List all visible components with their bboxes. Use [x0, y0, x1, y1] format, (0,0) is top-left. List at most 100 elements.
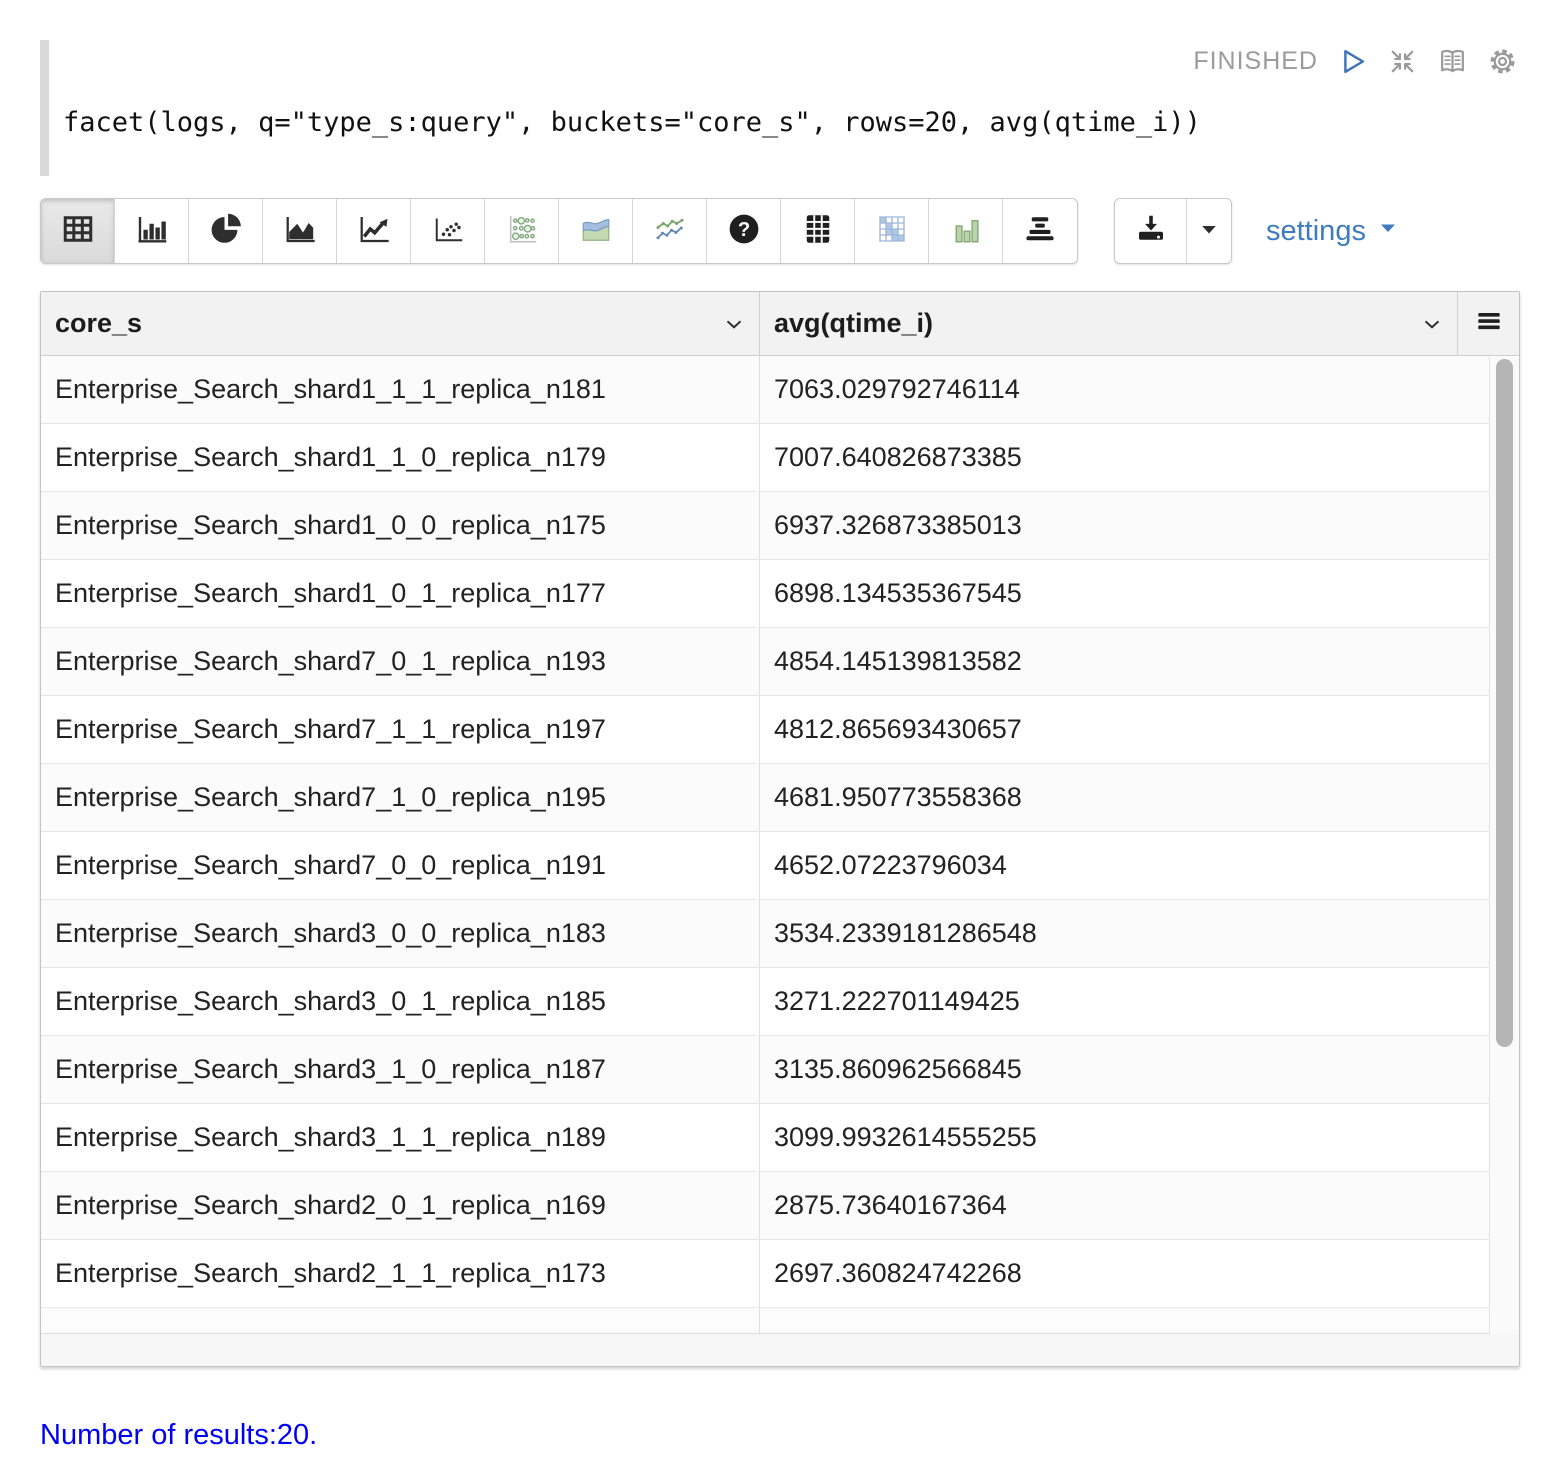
- download-button-group: [1114, 198, 1232, 264]
- settings-caret-icon: [1376, 215, 1400, 248]
- cell-core-s: Enterprise_Search_shard7_1_0_replica_n19…: [41, 764, 760, 831]
- chevron-down-icon[interactable]: [1419, 311, 1445, 337]
- cell-core-s: Enterprise_Search_shard3_1_1_replica_n18…: [41, 1104, 760, 1171]
- scatter-chart-button[interactable]: [411, 199, 485, 263]
- bubble-chart-icon: [504, 211, 540, 252]
- settings-toggle[interactable]: settings: [1266, 215, 1400, 248]
- horizontal-bar-chart-icon: [1022, 211, 1058, 252]
- column-header-avg-qtime[interactable]: avg(qtime_i): [760, 292, 1458, 355]
- cell-core-s: Enterprise_Search_shard1_0_1_replica_n17…: [41, 560, 760, 627]
- hamburger-menu-icon: [1473, 305, 1505, 342]
- pie-chart-button[interactable]: [189, 199, 263, 263]
- settings-label: settings: [1266, 215, 1366, 248]
- heatmap-button[interactable]: [855, 199, 929, 263]
- multi-line-chart-button[interactable]: [633, 199, 707, 263]
- download-button[interactable]: [1115, 199, 1187, 263]
- cell-avg-qtime: 6937.326873385013: [760, 492, 1489, 559]
- cell-core-s: Enterprise_Search_shard3_1_0_replica_n18…: [41, 1036, 760, 1103]
- vertical-scrollbar[interactable]: [1489, 357, 1519, 1334]
- code-editor[interactable]: facet(logs, q="type_s:query", buckets="c…: [63, 107, 1518, 138]
- cell-core-s: Enterprise_Search_shard1_1_0_replica_n17…: [41, 424, 760, 491]
- paragraph-editor-cell: FINISHED: [40, 40, 1518, 176]
- grid-table-icon: [800, 211, 836, 252]
- table-header-row: core_s avg(qtime_i): [41, 292, 1519, 356]
- cell-core-s: Enterprise_Search_shard2_0_1_replica_n16…: [41, 1172, 760, 1239]
- line-chart-icon: [356, 211, 392, 252]
- results-count-text: Number of results:20.: [40, 1419, 1558, 1452]
- partial-cell: [760, 1308, 1489, 1333]
- cell-core-s: Enterprise_Search_shard3_0_0_replica_n18…: [41, 900, 760, 967]
- table-row: Enterprise_Search_shard3_0_0_replica_n18…: [41, 900, 1489, 968]
- table-chart-button[interactable]: [41, 199, 115, 263]
- horizontal-scroll-area[interactable]: [41, 1333, 1519, 1366]
- table-row: Enterprise_Search_shard7_0_1_replica_n19…: [41, 628, 1489, 696]
- table-icon: [60, 211, 96, 252]
- cell-avg-qtime: 4681.950773558368: [760, 764, 1489, 831]
- cell-core-s: Enterprise_Search_shard1_1_1_replica_n18…: [41, 356, 760, 423]
- area-chart-button[interactable]: [263, 199, 337, 263]
- bar-chart-icon: [134, 211, 170, 252]
- horizontal-bar-chart-button[interactable]: [1003, 199, 1077, 263]
- table-menu-button[interactable]: [1458, 292, 1519, 355]
- scrollbar-thumb[interactable]: [1496, 359, 1513, 1047]
- stacked-area-chart-icon: [578, 211, 614, 252]
- bubble-chart-button[interactable]: [485, 199, 559, 263]
- cell-core-s: Enterprise_Search_shard3_0_1_replica_n18…: [41, 968, 760, 1035]
- collapse-icon[interactable]: [1387, 46, 1418, 77]
- column-header-core-s[interactable]: core_s: [41, 292, 760, 355]
- column-chart-button[interactable]: [929, 199, 1003, 263]
- cell-core-s: Enterprise_Search_shard7_0_1_replica_n19…: [41, 628, 760, 695]
- cell-avg-qtime: 3271.222701149425: [760, 968, 1489, 1035]
- help-icon: ?: [726, 211, 762, 252]
- cell-avg-qtime: 2875.73640167364: [760, 1172, 1489, 1239]
- cell-avg-qtime: 4812.865693430657: [760, 696, 1489, 763]
- report-view-icon[interactable]: [1437, 46, 1468, 77]
- partial-cell: [41, 1308, 760, 1333]
- download-options-caret-button[interactable]: [1187, 199, 1231, 263]
- table-row: Enterprise_Search_shard7_1_1_replica_n19…: [41, 696, 1489, 764]
- cell-avg-qtime: 7063.029792746114: [760, 356, 1489, 423]
- column-chart-icon: [948, 211, 984, 252]
- table-row: Enterprise_Search_shard3_0_1_replica_n18…: [41, 968, 1489, 1036]
- area-chart-icon: [282, 211, 318, 252]
- scatter-chart-icon: [430, 211, 466, 252]
- table-body: Enterprise_Search_shard1_1_1_replica_n18…: [41, 356, 1489, 1308]
- gear-icon[interactable]: [1487, 46, 1518, 77]
- table-row: Enterprise_Search_shard1_0_0_replica_n17…: [41, 492, 1489, 560]
- chevron-down-icon[interactable]: [721, 311, 747, 337]
- table-row: Enterprise_Search_shard2_1_1_replica_n17…: [41, 1240, 1489, 1308]
- cell-avg-qtime: 3099.9932614555255: [760, 1104, 1489, 1171]
- cell-core-s: Enterprise_Search_shard7_0_0_replica_n19…: [41, 832, 760, 899]
- heatmap-icon: [874, 211, 910, 252]
- cell-avg-qtime: 3135.860962566845: [760, 1036, 1489, 1103]
- cell-avg-qtime: 6898.134535367545: [760, 560, 1489, 627]
- stacked-area-chart-button[interactable]: [559, 199, 633, 263]
- chart-type-button-group: ?: [40, 198, 1078, 264]
- multi-line-chart-icon: [652, 211, 688, 252]
- help-button[interactable]: ?: [707, 199, 781, 263]
- cell-avg-qtime: 2697.360824742268: [760, 1240, 1489, 1307]
- table-row: Enterprise_Search_shard1_1_0_replica_n17…: [41, 424, 1489, 492]
- bar-chart-button[interactable]: [115, 199, 189, 263]
- cell-core-s: Enterprise_Search_shard1_0_0_replica_n17…: [41, 492, 760, 559]
- table-row: Enterprise_Search_shard7_1_0_replica_n19…: [41, 764, 1489, 832]
- table-row: Enterprise_Search_shard7_0_0_replica_n19…: [41, 832, 1489, 900]
- paragraph-status: FINISHED: [1193, 47, 1318, 76]
- cell-avg-qtime: 4652.07223796034: [760, 832, 1489, 899]
- column-label-core-s: core_s: [55, 308, 721, 339]
- cell-avg-qtime: 7007.640826873385: [760, 424, 1489, 491]
- table-row: Enterprise_Search_shard3_1_1_replica_n18…: [41, 1104, 1489, 1172]
- table-row: Enterprise_Search_shard2_0_1_replica_n16…: [41, 1172, 1489, 1240]
- partial-row: [41, 1308, 1489, 1333]
- pie-chart-icon: [208, 211, 244, 252]
- cell-core-s: Enterprise_Search_shard7_1_1_replica_n19…: [41, 696, 760, 763]
- run-paragraph-icon[interactable]: [1337, 46, 1368, 77]
- table-row: Enterprise_Search_shard1_1_1_replica_n18…: [41, 356, 1489, 424]
- grid-table-button[interactable]: [781, 199, 855, 263]
- paragraph-control-row: FINISHED: [63, 40, 1518, 78]
- line-chart-button[interactable]: [337, 199, 411, 263]
- cell-core-s: Enterprise_Search_shard2_1_1_replica_n17…: [41, 1240, 760, 1307]
- result-table: core_s avg(qtime_i): [40, 291, 1520, 1367]
- cell-avg-qtime: 4854.145139813582: [760, 628, 1489, 695]
- table-row: Enterprise_Search_shard1_0_1_replica_n17…: [41, 560, 1489, 628]
